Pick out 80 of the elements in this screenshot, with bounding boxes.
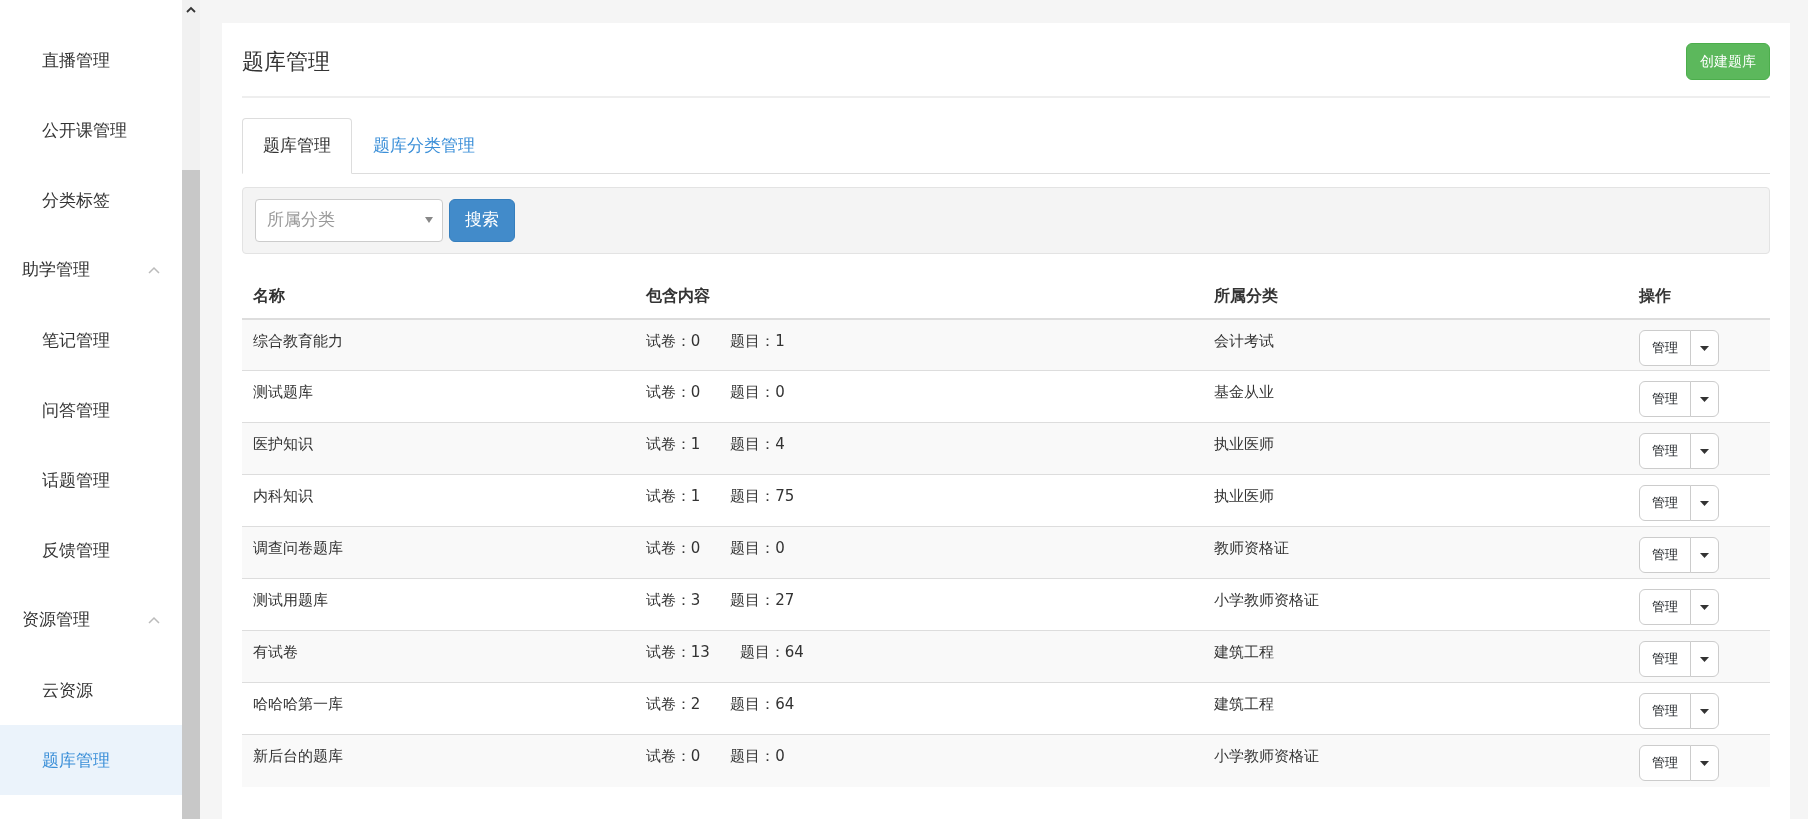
sidebar-item[interactable]: 直播管理: [0, 25, 182, 95]
paper-count: 试卷：0: [645, 382, 701, 403]
question-count: 题目：1: [730, 330, 785, 352]
sidebar-group[interactable]: 助学管理: [0, 235, 182, 305]
manage-button[interactable]: 管理: [1638, 485, 1691, 521]
table-cell: 会计考试: [1203, 318, 1628, 371]
dropdown-toggle-button[interactable]: [1689, 433, 1719, 469]
table-cell: 建筑工程: [1203, 630, 1628, 683]
manage-button[interactable]: 管理: [1638, 381, 1691, 417]
paper-count: 试卷：2: [645, 694, 701, 715]
group-label: 助学管理: [22, 258, 90, 282]
caret-icon: [1699, 449, 1709, 454]
caret-icon: [1699, 553, 1709, 558]
sidebar-item[interactable]: 笔记管理: [0, 305, 182, 375]
manage-button[interactable]: 管理: [1638, 745, 1691, 781]
column-header: 所属分类: [1203, 273, 1628, 319]
caret-icon: [1699, 397, 1709, 402]
sidebar-group[interactable]: 资源管理: [0, 585, 182, 655]
column-header: 操作: [1627, 273, 1770, 319]
paper-count: 试卷：0: [645, 330, 701, 352]
chevron-up-icon: [148, 266, 160, 274]
table-cell: 新后台的题库: [242, 734, 635, 787]
table-cell: 有试卷: [242, 630, 635, 683]
dropdown-toggle-button[interactable]: [1689, 589, 1719, 625]
dropdown-toggle-button[interactable]: [1689, 641, 1719, 677]
question-count: 题目：4: [730, 434, 785, 455]
table-cell: 小学教师资格证: [1203, 734, 1628, 787]
manage-button[interactable]: 管理: [1638, 641, 1691, 677]
tab[interactable]: 题库分类管理: [352, 118, 496, 174]
question-count: 题目：64: [730, 694, 795, 715]
paper-count: 试卷：1: [645, 434, 701, 455]
sidebar-item[interactable]: 反馈管理: [0, 515, 182, 585]
question-count: 题目：64: [739, 642, 804, 663]
group-label: 资源管理: [22, 608, 90, 632]
table-cell: 综合教育能力: [242, 318, 635, 371]
manage-button[interactable]: 管理: [1638, 693, 1691, 729]
chevron-up-icon: [148, 616, 160, 624]
paper-count: 试卷：1: [645, 486, 701, 507]
manage-button[interactable]: 管理: [1638, 537, 1691, 573]
sidebar-item[interactable]: 分类标签: [0, 165, 182, 235]
dropdown-toggle-button[interactable]: [1689, 693, 1719, 729]
question-count: 题目：27: [730, 590, 795, 611]
dropdown-arrow-icon: [425, 217, 433, 223]
dropdown-toggle-button[interactable]: [1689, 329, 1719, 366]
paper-count: 试卷：0: [645, 538, 701, 559]
table-cell: 调查问卷题库: [242, 526, 635, 579]
sidebar-item[interactable]: 云资源: [0, 655, 182, 725]
paper-count: 试卷：3: [645, 590, 701, 611]
question-count: 题目：0: [730, 382, 785, 403]
table-cell: 执业医师: [1203, 422, 1628, 475]
manage-button[interactable]: 管理: [1638, 329, 1691, 366]
manage-button[interactable]: 管理: [1638, 433, 1691, 469]
manage-button[interactable]: 管理: [1638, 589, 1691, 625]
dropdown-toggle-button[interactable]: [1689, 485, 1719, 521]
column-header: 名称: [242, 273, 635, 319]
caret-icon: [1699, 709, 1709, 714]
tab[interactable]: 题库管理: [242, 118, 352, 174]
paper-count: 试卷：13: [645, 642, 710, 663]
question-count: 题目：75: [730, 486, 795, 507]
question-count: 题目：0: [730, 538, 785, 559]
caret-icon: [1699, 501, 1709, 506]
dropdown-toggle-button[interactable]: [1689, 381, 1719, 417]
paper-count: 试卷：0: [645, 746, 701, 767]
sidebar-item[interactable]: 公开课管理: [0, 95, 182, 165]
sidebar-item[interactable]: 问答管理: [0, 375, 182, 445]
search-button[interactable]: 搜索: [449, 198, 515, 242]
dropdown-toggle-button[interactable]: [1689, 745, 1719, 781]
scrollbar[interactable]: [182, 0, 200, 819]
table-cell: 教师资格证: [1203, 526, 1628, 579]
sidebar-item[interactable]: 话题管理: [0, 445, 182, 515]
caret-icon: [1699, 761, 1709, 766]
caret-icon: [1699, 657, 1709, 662]
column-header: 包含内容: [634, 273, 1204, 319]
page-title: 题库管理: [242, 48, 330, 76]
dropdown-toggle-button[interactable]: [1689, 537, 1719, 573]
table-cell: 医护知识: [242, 422, 635, 475]
caret-icon: [1699, 345, 1709, 351]
caret-icon: [1699, 605, 1709, 610]
question-count: 题目：0: [730, 746, 785, 767]
scroll-up-icon[interactable]: [186, 6, 196, 13]
